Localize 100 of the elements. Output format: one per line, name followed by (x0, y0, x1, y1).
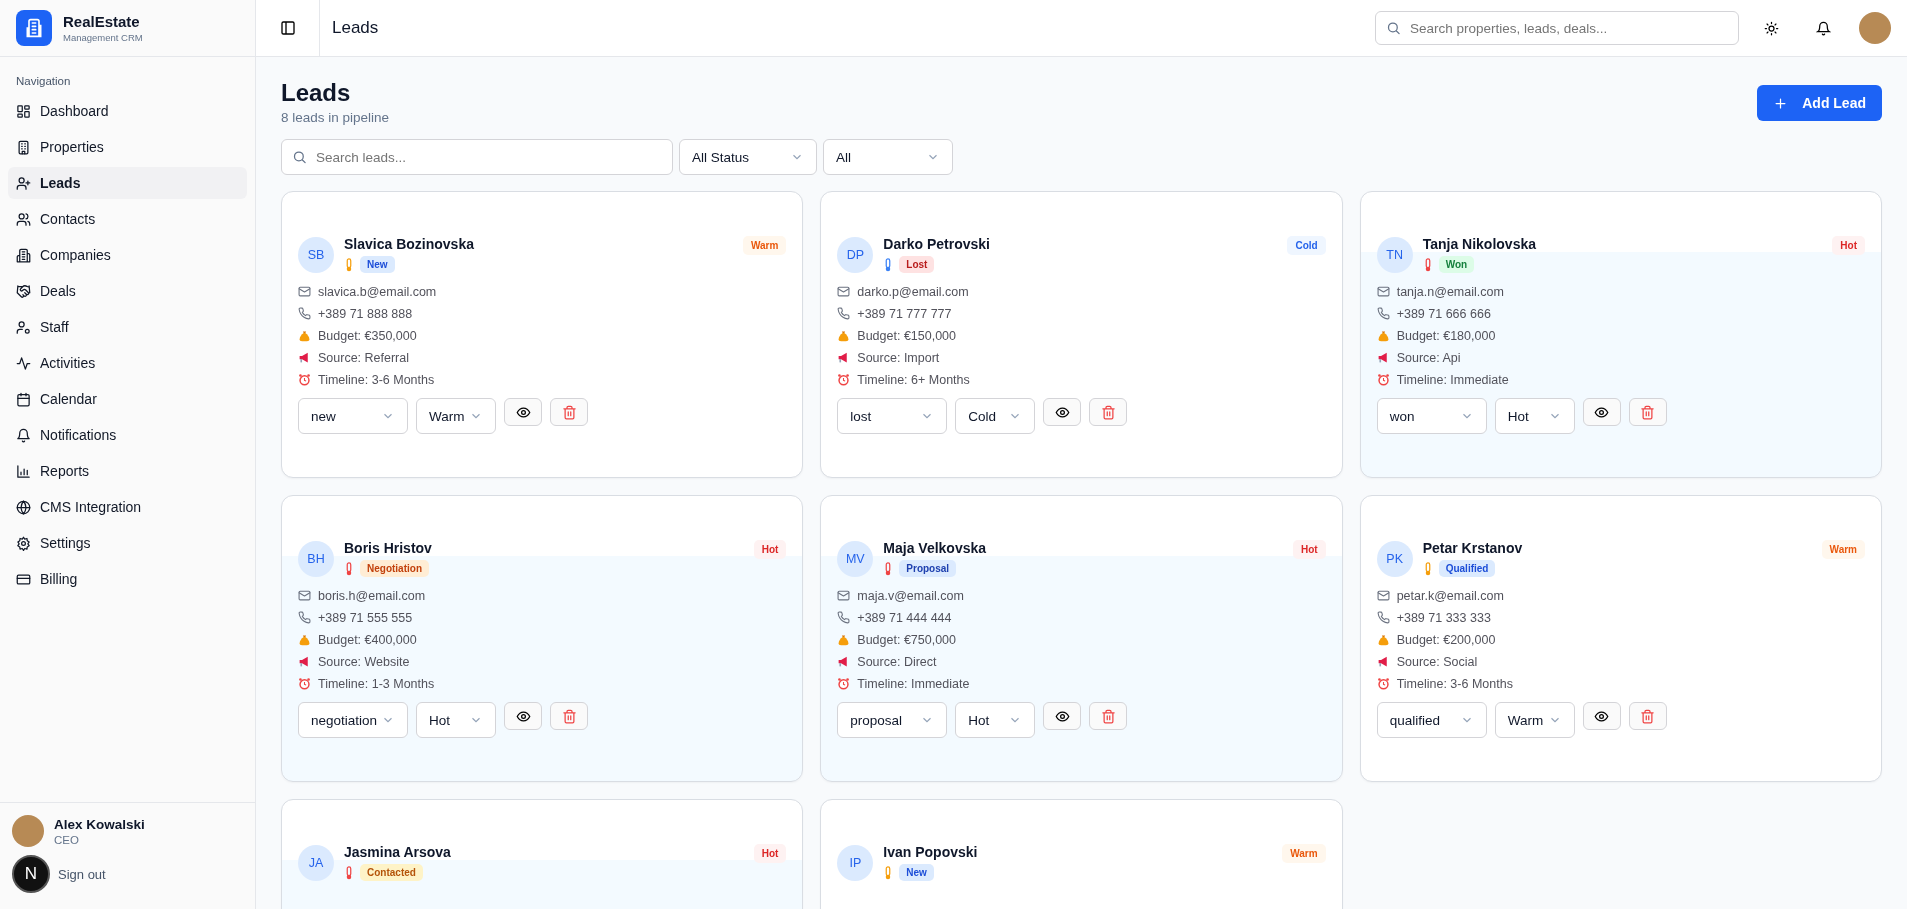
status-badge: Qualified (1438, 560, 1496, 577)
megaphone-icon (1376, 351, 1390, 364)
lead-search-field[interactable]: Search leads... (281, 139, 673, 175)
delete-button[interactable] (1628, 398, 1667, 426)
lead-budget: Budget: €400,000 (318, 632, 417, 647)
temperature-dropdown[interactable]: Hot (955, 702, 1036, 738)
nav-item[interactable]: Activities (8, 347, 247, 379)
status-dropdown[interactable]: qualified (1376, 702, 1487, 738)
filter-dropdown[interactable]: All Status (679, 139, 817, 175)
view-button[interactable] (504, 702, 542, 730)
lead-budget: Budget: €750,000 (857, 632, 957, 647)
megaphone-icon (298, 351, 311, 364)
mail-icon (298, 285, 311, 298)
globe-icon (16, 499, 31, 515)
user-avatar[interactable] (1859, 12, 1891, 44)
lead-avatar: SB (298, 237, 334, 273)
delete-button[interactable] (1089, 398, 1128, 426)
nav-item[interactable]: Staff (8, 311, 247, 343)
lead-phone: +389 71 666 666 (1396, 306, 1491, 321)
nav-section-label: Navigation (15, 74, 72, 89)
settings-icon (16, 535, 31, 551)
status-badge: New (899, 864, 934, 881)
nav-item[interactable]: Notifications (8, 419, 247, 451)
temperature-badge: Warm (1282, 844, 1326, 863)
delete-button[interactable] (1089, 702, 1128, 730)
nav-item[interactable]: Properties (8, 131, 247, 163)
eye-icon (515, 404, 531, 420)
status-badge: Contacted (360, 864, 423, 881)
brand-name: RealEstate (63, 13, 141, 30)
sign-out-link[interactable]: Sign out (58, 866, 106, 882)
nav-item[interactable]: Companies (8, 239, 247, 271)
lead-name: Petar Krstanov (1422, 540, 1523, 556)
status-dropdown[interactable]: won (1376, 398, 1487, 434)
view-button[interactable] (1582, 398, 1621, 426)
lead-name: Darko Petrovski (883, 236, 990, 252)
dev-tools-badge[interactable]: N (12, 855, 50, 893)
alarm-clock-icon (1376, 373, 1390, 386)
user-gear-icon (16, 319, 31, 335)
lead-budget: Budget: €350,000 (318, 328, 417, 343)
office-building-icon (16, 247, 31, 263)
temperature-badge: Warm (742, 236, 787, 255)
lead-name: Maja Velkovska (883, 540, 987, 556)
nav-item[interactable]: Leads (8, 167, 247, 199)
thermometer-icon (344, 865, 354, 880)
mail-icon (837, 589, 851, 602)
money-bag-icon (837, 329, 851, 342)
status-dropdown[interactable]: lost (837, 398, 948, 434)
mail-icon (1376, 589, 1390, 602)
eye-icon (1054, 404, 1070, 420)
delete-button[interactable] (550, 702, 588, 730)
nav-item[interactable]: Settings (8, 527, 247, 559)
status-badge: Negotiation (360, 560, 429, 577)
search-icon (1386, 20, 1401, 36)
temperature-badge: Hot (1832, 236, 1865, 255)
money-bag-icon (1376, 633, 1390, 646)
global-search-field[interactable]: Search properties, leads, deals... (1375, 11, 1739, 45)
lead-email: maja.v@email.com (857, 588, 964, 603)
delete-button[interactable] (1628, 702, 1667, 730)
search-icon (292, 149, 307, 165)
nav-item[interactable]: CMS Integration (8, 491, 247, 523)
bar-chart-icon (16, 463, 31, 479)
user-name: Alex Kowalski (54, 816, 145, 832)
money-bag-icon (298, 633, 311, 646)
status-dropdown[interactable]: proposal (837, 702, 948, 738)
temperature-badge: Warm (1821, 540, 1865, 559)
thermometer-icon (344, 257, 354, 272)
lead-budget: Budget: €150,000 (857, 328, 957, 343)
status-badge: Won (1438, 256, 1475, 273)
filter-dropdown[interactable]: All (823, 139, 953, 175)
temperature-dropdown[interactable]: Cold (955, 398, 1036, 434)
trash-icon (561, 404, 577, 420)
lead-source: Source: Direct (857, 654, 937, 669)
status-dropdown[interactable]: negotiation (298, 702, 408, 738)
nav-item[interactable]: Reports (8, 455, 247, 487)
view-button[interactable] (1582, 702, 1621, 730)
view-button[interactable] (1043, 702, 1082, 730)
nav-item[interactable]: Deals (8, 275, 247, 307)
nav-item[interactable]: Contacts (8, 203, 247, 235)
mail-icon (298, 589, 311, 602)
bell-icon (16, 427, 31, 443)
building-icon (16, 139, 31, 155)
lead-timeline: Timeline: Immediate (1396, 372, 1509, 387)
nav-item[interactable]: Calendar (8, 383, 247, 415)
temperature-dropdown[interactable]: Hot (416, 702, 496, 738)
view-button[interactable] (504, 398, 542, 426)
lead-name: Tanja Nikolovska (1422, 236, 1536, 252)
user-role: CEO (54, 833, 80, 846)
temperature-dropdown[interactable]: Hot (1494, 398, 1575, 434)
status-dropdown[interactable]: new (298, 398, 408, 434)
temperature-dropdown[interactable]: Warm (1494, 702, 1575, 738)
lead-timeline: Timeline: 3-6 Months (1396, 676, 1513, 691)
eye-icon (1594, 404, 1610, 420)
add-lead-button[interactable]: Add Lead (1757, 85, 1882, 121)
view-button[interactable] (1043, 398, 1082, 426)
lead-source: Source: Import (857, 350, 940, 365)
nav-item[interactable]: Billing (8, 563, 247, 595)
delete-button[interactable] (550, 398, 588, 426)
lead-name: Ivan Popovski (883, 844, 978, 860)
temperature-dropdown[interactable]: Warm (416, 398, 496, 434)
nav-item[interactable]: Dashboard (8, 95, 247, 127)
